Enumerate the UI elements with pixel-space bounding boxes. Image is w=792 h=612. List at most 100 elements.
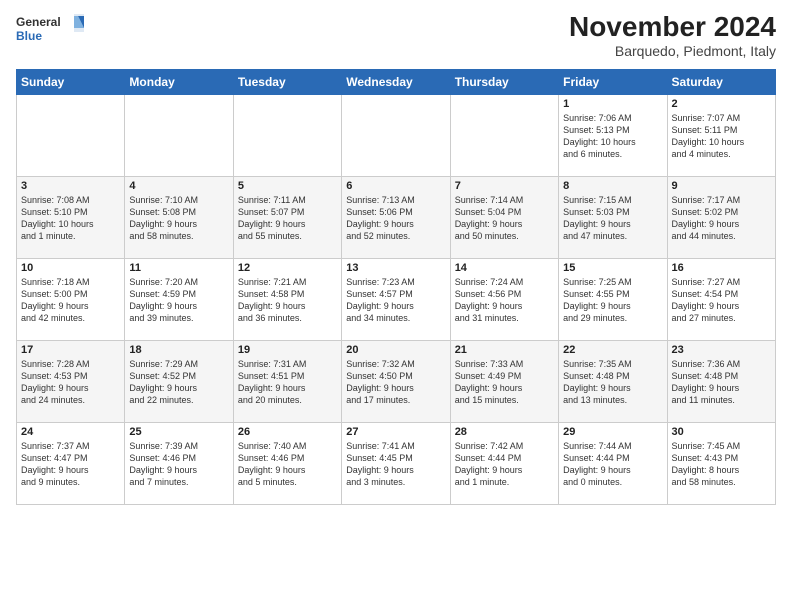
calendar-cell bbox=[125, 94, 233, 176]
day-number: 25 bbox=[129, 426, 228, 438]
calendar-cell bbox=[450, 94, 558, 176]
day-info: Sunrise: 7:37 AM Sunset: 4:47 PM Dayligh… bbox=[21, 440, 120, 489]
calendar-cell bbox=[17, 94, 125, 176]
day-number: 1 bbox=[563, 98, 662, 110]
page-title: November 2024 bbox=[569, 12, 776, 43]
day-number: 23 bbox=[672, 344, 771, 356]
day-number: 17 bbox=[21, 344, 120, 356]
day-number: 18 bbox=[129, 344, 228, 356]
title-block: November 2024 Barquedo, Piedmont, Italy bbox=[569, 12, 776, 59]
svg-text:General: General bbox=[16, 15, 61, 29]
calendar-cell: 29Sunrise: 7:44 AM Sunset: 4:44 PM Dayli… bbox=[559, 422, 667, 504]
day-info: Sunrise: 7:14 AM Sunset: 5:04 PM Dayligh… bbox=[455, 194, 554, 243]
day-info: Sunrise: 7:28 AM Sunset: 4:53 PM Dayligh… bbox=[21, 358, 120, 407]
calendar-cell: 6 Sunrise: 7:13 AM Sunset: 5:06 PM Daylig… bbox=[342, 176, 450, 258]
day-info: Sunrise: 7:41 AM Sunset: 4:45 PM Dayligh… bbox=[346, 440, 445, 489]
col-sunday: Sunday bbox=[17, 69, 125, 94]
day-info: Sunrise: 7:10 AM Sunset: 5:08 PM Dayligh… bbox=[129, 194, 228, 243]
calendar-cell: 4 Sunrise: 7:10 AM Sunset: 5:08 PM Daylig… bbox=[125, 176, 233, 258]
day-info: Sunrise: 7:32 AM Sunset: 4:50 PM Dayligh… bbox=[346, 358, 445, 407]
day-info: Sunrise: 7:18 AM Sunset: 5:00 PM Dayligh… bbox=[21, 276, 120, 325]
day-number: 21 bbox=[455, 344, 554, 356]
calendar-week-row: 1Sunrise: 7:06 AM Sunset: 5:13 PM Daylig… bbox=[17, 94, 776, 176]
calendar-cell: 30 Sunrise: 7:45 AM Sunset: 4:43 PM Dayli… bbox=[667, 422, 775, 504]
day-info: Sunrise: 7:35 AM Sunset: 4:48 PM Dayligh… bbox=[563, 358, 662, 407]
calendar-cell: 19 Sunrise: 7:31 AM Sunset: 4:51 PM Dayli… bbox=[233, 340, 341, 422]
calendar-cell: 17 Sunrise: 7:28 AM Sunset: 4:53 PM Dayli… bbox=[17, 340, 125, 422]
calendar-cell: 3 Sunrise: 7:08 AM Sunset: 5:10 PM Daylig… bbox=[17, 176, 125, 258]
calendar-week-row: 24 Sunrise: 7:37 AM Sunset: 4:47 PM Dayli… bbox=[17, 422, 776, 504]
day-number: 3 bbox=[21, 180, 120, 192]
calendar-week-row: 10 Sunrise: 7:18 AM Sunset: 5:00 PM Dayli… bbox=[17, 258, 776, 340]
day-number: 8 bbox=[563, 180, 662, 192]
day-number: 6 bbox=[346, 180, 445, 192]
calendar-cell: 13 Sunrise: 7:23 AM Sunset: 4:57 PM Dayli… bbox=[342, 258, 450, 340]
day-info: Sunrise: 7:24 AM Sunset: 4:56 PM Dayligh… bbox=[455, 276, 554, 325]
col-wednesday: Wednesday bbox=[342, 69, 450, 94]
day-info: Sunrise: 7:40 AM Sunset: 4:46 PM Dayligh… bbox=[238, 440, 337, 489]
calendar-cell: 22 Sunrise: 7:35 AM Sunset: 4:48 PM Dayli… bbox=[559, 340, 667, 422]
col-saturday: Saturday bbox=[667, 69, 775, 94]
day-number: 30 bbox=[672, 426, 771, 438]
logo-svg: General Blue bbox=[16, 12, 86, 48]
day-number: 20 bbox=[346, 344, 445, 356]
day-info: Sunrise: 7:31 AM Sunset: 4:51 PM Dayligh… bbox=[238, 358, 337, 407]
logo: General Blue bbox=[16, 12, 86, 48]
day-number: 12 bbox=[238, 262, 337, 274]
day-number: 26 bbox=[238, 426, 337, 438]
day-number: 10 bbox=[21, 262, 120, 274]
calendar-cell: 23 Sunrise: 7:36 AM Sunset: 4:48 PM Dayli… bbox=[667, 340, 775, 422]
calendar-cell: 8 Sunrise: 7:15 AM Sunset: 5:03 PM Daylig… bbox=[559, 176, 667, 258]
calendar-week-row: 3 Sunrise: 7:08 AM Sunset: 5:10 PM Daylig… bbox=[17, 176, 776, 258]
day-info: Sunrise: 7:17 AM Sunset: 5:02 PM Dayligh… bbox=[672, 194, 771, 243]
day-info: Sunrise: 7:33 AM Sunset: 4:49 PM Dayligh… bbox=[455, 358, 554, 407]
day-number: 13 bbox=[346, 262, 445, 274]
day-info: Sunrise: 7:25 AM Sunset: 4:55 PM Dayligh… bbox=[563, 276, 662, 325]
day-info: Sunrise: 7:08 AM Sunset: 5:10 PM Dayligh… bbox=[21, 194, 120, 243]
day-number: 11 bbox=[129, 262, 228, 274]
day-number: 5 bbox=[238, 180, 337, 192]
day-info: Sunrise: 7:45 AM Sunset: 4:43 PM Dayligh… bbox=[672, 440, 771, 489]
day-number: 14 bbox=[455, 262, 554, 274]
calendar-cell: 20 Sunrise: 7:32 AM Sunset: 4:50 PM Dayli… bbox=[342, 340, 450, 422]
day-number: 24 bbox=[21, 426, 120, 438]
day-info: Sunrise: 7:11 AM Sunset: 5:07 PM Dayligh… bbox=[238, 194, 337, 243]
day-info: Sunrise: 7:23 AM Sunset: 4:57 PM Dayligh… bbox=[346, 276, 445, 325]
calendar-cell: 7 Sunrise: 7:14 AM Sunset: 5:04 PM Daylig… bbox=[450, 176, 558, 258]
calendar-cell: 15Sunrise: 7:25 AM Sunset: 4:55 PM Dayli… bbox=[559, 258, 667, 340]
calendar-cell: 28 Sunrise: 7:42 AM Sunset: 4:44 PM Dayli… bbox=[450, 422, 558, 504]
calendar-cell: 1Sunrise: 7:06 AM Sunset: 5:13 PM Daylig… bbox=[559, 94, 667, 176]
day-info: Sunrise: 7:27 AM Sunset: 4:54 PM Dayligh… bbox=[672, 276, 771, 325]
calendar-cell: 24 Sunrise: 7:37 AM Sunset: 4:47 PM Dayli… bbox=[17, 422, 125, 504]
day-info: Sunrise: 7:29 AM Sunset: 4:52 PM Dayligh… bbox=[129, 358, 228, 407]
calendar-week-row: 17 Sunrise: 7:28 AM Sunset: 4:53 PM Dayli… bbox=[17, 340, 776, 422]
calendar-cell bbox=[342, 94, 450, 176]
calendar-table: Sunday Monday Tuesday Wednesday Thursday… bbox=[16, 69, 776, 505]
calendar-cell: 16 Sunrise: 7:27 AM Sunset: 4:54 PM Dayli… bbox=[667, 258, 775, 340]
day-number: 16 bbox=[672, 262, 771, 274]
calendar-cell: 5 Sunrise: 7:11 AM Sunset: 5:07 PM Daylig… bbox=[233, 176, 341, 258]
calendar-cell: 2Sunrise: 7:07 AM Sunset: 5:11 PM Daylig… bbox=[667, 94, 775, 176]
page-subtitle: Barquedo, Piedmont, Italy bbox=[569, 43, 776, 59]
calendar-cell: 14 Sunrise: 7:24 AM Sunset: 4:56 PM Dayli… bbox=[450, 258, 558, 340]
calendar-header-row: Sunday Monday Tuesday Wednesday Thursday… bbox=[17, 69, 776, 94]
day-info: Sunrise: 7:15 AM Sunset: 5:03 PM Dayligh… bbox=[563, 194, 662, 243]
day-number: 7 bbox=[455, 180, 554, 192]
calendar-cell: 18 Sunrise: 7:29 AM Sunset: 4:52 PM Dayli… bbox=[125, 340, 233, 422]
day-number: 28 bbox=[455, 426, 554, 438]
day-number: 19 bbox=[238, 344, 337, 356]
day-number: 4 bbox=[129, 180, 228, 192]
calendar-cell: 25 Sunrise: 7:39 AM Sunset: 4:46 PM Dayli… bbox=[125, 422, 233, 504]
day-info: Sunrise: 7:36 AM Sunset: 4:48 PM Dayligh… bbox=[672, 358, 771, 407]
day-info: Sunrise: 7:39 AM Sunset: 4:46 PM Dayligh… bbox=[129, 440, 228, 489]
day-info: Sunrise: 7:20 AM Sunset: 4:59 PM Dayligh… bbox=[129, 276, 228, 325]
day-info: Sunrise: 7:13 AM Sunset: 5:06 PM Dayligh… bbox=[346, 194, 445, 243]
calendar-cell: 10 Sunrise: 7:18 AM Sunset: 5:00 PM Dayli… bbox=[17, 258, 125, 340]
col-tuesday: Tuesday bbox=[233, 69, 341, 94]
day-info: Sunrise: 7:42 AM Sunset: 4:44 PM Dayligh… bbox=[455, 440, 554, 489]
calendar-cell: 27Sunrise: 7:41 AM Sunset: 4:45 PM Dayli… bbox=[342, 422, 450, 504]
day-number: 22 bbox=[563, 344, 662, 356]
calendar-cell: 26 Sunrise: 7:40 AM Sunset: 4:46 PM Dayli… bbox=[233, 422, 341, 504]
calendar-cell bbox=[233, 94, 341, 176]
calendar-cell: 12Sunrise: 7:21 AM Sunset: 4:58 PM Dayli… bbox=[233, 258, 341, 340]
